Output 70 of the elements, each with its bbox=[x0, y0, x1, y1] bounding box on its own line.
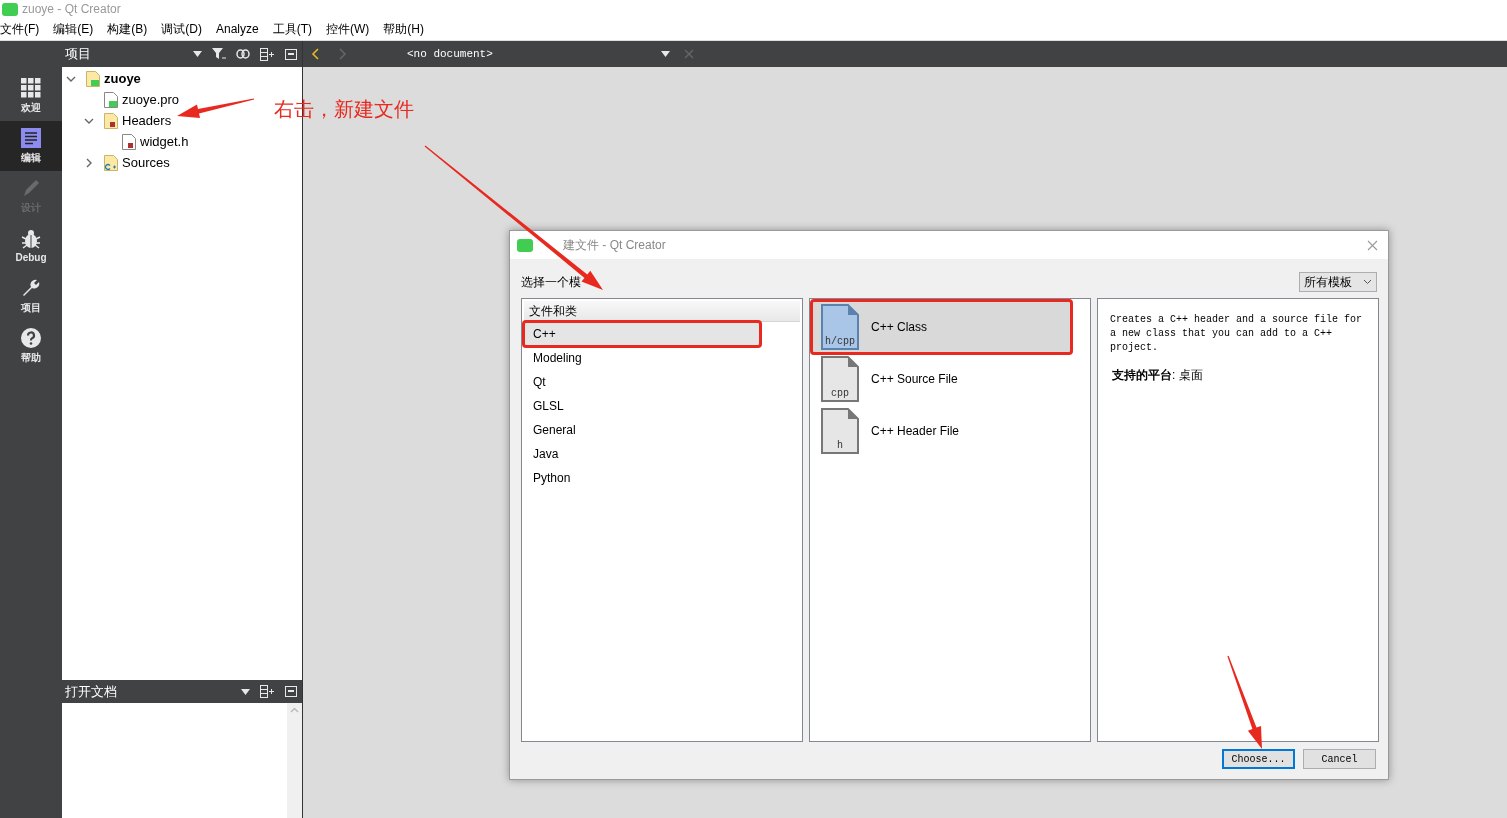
folder-icon bbox=[104, 154, 118, 171]
back-icon[interactable] bbox=[311, 48, 319, 60]
menu-item[interactable]: 构建(B) bbox=[107, 20, 156, 38]
tree-item[interactable]: zuoye.pro bbox=[122, 92, 180, 107]
app-icon bbox=[517, 238, 533, 252]
prompt-label: 选择一个模 bbox=[521, 273, 581, 291]
panel-title: 打开文档 bbox=[65, 682, 118, 701]
category-item[interactable]: Python bbox=[524, 466, 800, 490]
document-icon: h/cpp bbox=[821, 304, 859, 350]
bug-icon bbox=[20, 229, 42, 249]
tree-item[interactable]: zuoye bbox=[104, 71, 141, 86]
dropdown-icon[interactable] bbox=[193, 51, 202, 57]
menu-item[interactable]: 文件(F) bbox=[0, 20, 48, 38]
panel-title: 项目 bbox=[65, 45, 92, 63]
menu-item[interactable]: Analyze bbox=[216, 22, 267, 36]
template-item[interactable]: h/cpp C++ Class bbox=[812, 301, 1071, 353]
chevron-right-icon[interactable] bbox=[84, 157, 94, 168]
document-icon: h bbox=[821, 408, 859, 454]
dialog-button[interactable]: Choose... bbox=[1222, 749, 1295, 769]
dropdown-icon[interactable] bbox=[241, 688, 250, 695]
mode-tab[interactable]: 编辑 bbox=[0, 121, 62, 171]
folder-icon bbox=[104, 112, 118, 129]
split-icon[interactable] bbox=[260, 47, 275, 61]
dropdown-icon[interactable] bbox=[661, 51, 670, 57]
document-icon bbox=[21, 127, 41, 148]
pencil-icon bbox=[21, 177, 41, 198]
tree-item[interactable]: Sources bbox=[122, 155, 170, 170]
dialog-title: 建文件 - Qt Creator bbox=[563, 236, 667, 254]
category-item[interactable]: General bbox=[524, 418, 800, 442]
category-item[interactable]: C++ bbox=[524, 322, 760, 346]
filter-icon[interactable] bbox=[212, 48, 226, 60]
tree-item[interactable]: Headers bbox=[122, 113, 172, 128]
help-icon bbox=[21, 327, 41, 348]
menu-item[interactable]: 控件(W) bbox=[326, 20, 378, 38]
category-item[interactable]: Modeling bbox=[524, 346, 800, 370]
close-icon[interactable] bbox=[1367, 239, 1378, 251]
mode-tab[interactable]: 帮助 bbox=[0, 321, 62, 371]
split-icon[interactable] bbox=[260, 685, 275, 698]
template-item[interactable]: h C++ Header File bbox=[812, 405, 1088, 457]
menu-item[interactable]: 调试(D) bbox=[161, 20, 210, 38]
document-selector[interactable]: <no document> bbox=[407, 48, 567, 60]
category-item[interactable]: Java bbox=[524, 442, 800, 466]
window-title: zuoye - Qt Creator bbox=[22, 2, 121, 16]
category-item[interactable]: GLSL bbox=[524, 394, 800, 418]
mode-tab[interactable]: 欢迎 bbox=[0, 71, 62, 121]
template-filter-dropdown[interactable]: 所有模板 bbox=[1299, 272, 1377, 292]
wrench-icon bbox=[21, 277, 41, 298]
file-icon bbox=[122, 133, 136, 150]
project-folder-icon bbox=[86, 70, 100, 87]
template-item[interactable]: cpp C++ Source File bbox=[812, 353, 1088, 405]
mode-tab[interactable]: Debug bbox=[0, 221, 62, 271]
chevron-down-icon bbox=[1363, 279, 1372, 285]
scrollbar[interactable] bbox=[287, 703, 302, 818]
link-icon[interactable] bbox=[236, 49, 250, 59]
menu-item[interactable]: 工具(T) bbox=[272, 20, 321, 38]
grid-icon bbox=[21, 77, 41, 98]
category-item[interactable]: Qt bbox=[524, 370, 800, 394]
platform-info: 支持的平台: 桌面 bbox=[1111, 367, 1204, 384]
menu-item[interactable]: 帮助(H) bbox=[383, 20, 433, 38]
document-icon: cpp bbox=[821, 356, 859, 402]
file-icon bbox=[104, 91, 118, 108]
menu-item[interactable]: 编辑(E) bbox=[53, 20, 102, 38]
close-panel-icon[interactable] bbox=[285, 686, 297, 697]
tree-item[interactable]: widget.h bbox=[140, 134, 189, 149]
app-icon bbox=[2, 2, 18, 16]
template-description: Creates a C++ header and a source file for a new class that you can add to a C++ project. bbox=[1109, 313, 1364, 355]
dialog-button[interactable]: Cancel bbox=[1303, 749, 1376, 769]
mode-tab[interactable]: 项目 bbox=[0, 271, 62, 321]
close-panel-icon[interactable] bbox=[285, 48, 297, 60]
category-header: 文件和类 bbox=[524, 301, 800, 322]
